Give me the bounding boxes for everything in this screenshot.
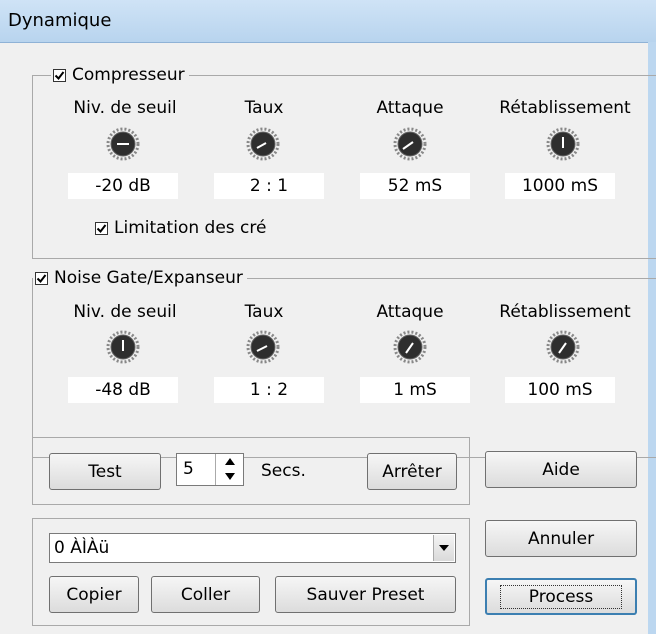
preset-selected-value: 0 ÀÌÀü [54,538,110,558]
compressor-legend[interactable]: Compresseur [51,65,189,85]
gate-ratio-value: 1 : 2 [214,377,324,403]
stop-button[interactable]: Arrêter [367,453,457,490]
chevron-down-icon [439,545,449,551]
process-label: Process [499,584,623,609]
gate-release-label: Rétablissement [499,302,631,322]
gate-checkbox[interactable] [35,271,48,285]
gate-threshold-knob[interactable] [106,330,140,364]
gate-ratio-label: Taux [244,302,284,322]
comp-release-label: Rétablissement [499,98,631,118]
gate-threshold-label: Niv. de seuil [73,302,177,322]
dialog-body: Compresseur Niv. de seuil Taux Attaque R… [0,42,656,634]
comp-threshold-knob[interactable] [106,127,140,161]
compressor-label: Compresseur [72,65,185,85]
help-button[interactable]: Aide [485,451,637,488]
copy-button[interactable]: Copier [49,576,139,613]
comp-release-knob[interactable] [546,127,580,161]
comp-ratio-value: 2 : 1 [214,173,324,199]
paste-button[interactable]: Coller [151,576,260,613]
gate-attack-knob[interactable] [393,330,427,364]
seconds-unit: Secs. [261,461,306,481]
gate-label: Noise Gate/Expanseur [54,268,243,288]
comp-attack-label: Attaque [376,98,444,118]
spin-up-icon[interactable] [216,454,244,469]
comp-ratio-label: Taux [244,98,284,118]
limit-checkbox[interactable] [95,221,108,235]
title-bar: Dynamique [0,0,656,43]
test-button[interactable]: Test [49,453,161,490]
gate-attack-label: Attaque [376,302,444,322]
gate-release-knob[interactable] [546,330,580,364]
limit-label: Limitation des cré [114,218,267,238]
check-icon [36,273,47,283]
seconds-input[interactable]: 5 [183,459,194,479]
comp-attack-value: 52 mS [360,173,470,199]
check-icon [54,70,65,80]
comp-ratio-knob[interactable] [246,127,280,161]
check-icon [96,223,107,233]
comp-attack-knob[interactable] [393,127,427,161]
comp-threshold-label: Niv. de seuil [73,98,177,118]
compressor-checkbox[interactable] [53,68,66,82]
seconds-spinner[interactable] [215,454,243,485]
process-button[interactable]: Process [485,578,637,615]
preset-dropdown-button[interactable] [433,535,454,561]
gate-ratio-knob[interactable] [246,330,280,364]
limit-checkbox-row[interactable]: Limitation des cré [93,218,270,238]
gate-legend[interactable]: Noise Gate/Expanseur [33,268,247,288]
window-title: Dynamique [8,10,112,31]
gate-attack-value: 1 mS [360,377,470,403]
save-preset-button[interactable]: Sauver Preset [275,576,456,613]
cancel-button[interactable]: Annuler [485,520,637,557]
comp-release-value: 1000 mS [505,173,615,199]
comp-threshold-value: -20 dB [68,173,178,199]
seconds-spinbox[interactable]: 5 [176,453,244,486]
gate-threshold-value: -48 dB [68,377,178,403]
preset-select[interactable]: 0 ÀÌÀü [49,533,456,563]
gate-release-value: 100 mS [505,377,615,403]
spin-down-icon[interactable] [216,469,244,484]
